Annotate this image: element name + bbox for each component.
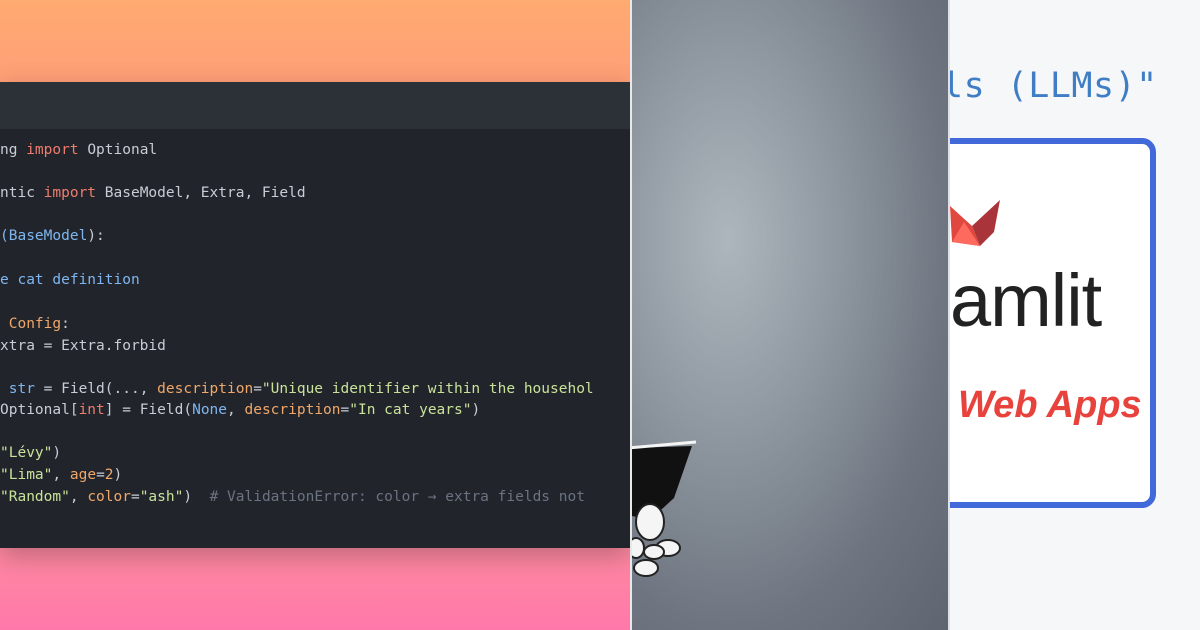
code-token: = bbox=[130, 489, 140, 505]
code-line: Optional[int] = Field(None, description=… bbox=[0, 400, 480, 420]
code-token: None bbox=[192, 402, 228, 418]
code-token: ): bbox=[87, 228, 105, 244]
code-token: ) bbox=[52, 445, 62, 461]
code-token: Optional[ bbox=[0, 402, 79, 418]
code-token: , bbox=[227, 402, 245, 418]
code-token: = bbox=[253, 381, 262, 397]
editor-titlebar bbox=[0, 82, 630, 129]
code-token: # ValidationError: color → extra fields … bbox=[209, 489, 585, 505]
slide-heading: ls (LLMs)" bbox=[950, 66, 1158, 106]
code-token: 2 bbox=[104, 467, 114, 483]
streamlit-panel: ls (LLMs)" amlit Web Apps bbox=[950, 0, 1200, 630]
code-token: BaseModel bbox=[8, 228, 88, 244]
code-line: e cat definition bbox=[0, 270, 140, 290]
code-token: "ash" bbox=[139, 489, 184, 505]
code-line: xtra = Extra.forbid bbox=[0, 336, 166, 356]
code-token: "In cat years" bbox=[349, 402, 472, 418]
code-token: description bbox=[157, 381, 254, 397]
code-token: str bbox=[8, 381, 35, 397]
code-line: "Lévy") bbox=[0, 443, 61, 463]
illustration-panel bbox=[632, 0, 950, 630]
code-token: e cat definition bbox=[0, 272, 140, 288]
code-token: ) bbox=[471, 402, 481, 418]
code-token: ) bbox=[183, 489, 210, 505]
code-line: (BaseModel): bbox=[0, 226, 105, 246]
illustration-graphic bbox=[632, 440, 697, 577]
code-editor-window: ng import Optional ntic import BaseModel,… bbox=[0, 82, 630, 548]
code-token: ntic bbox=[0, 185, 44, 201]
code-token: : bbox=[61, 316, 70, 332]
code-token: , bbox=[52, 467, 70, 483]
tagline: Web Apps bbox=[958, 384, 1142, 426]
code-token: "Unique identifier within the househol bbox=[261, 381, 594, 397]
code-line: str = Field(..., description="Unique ide… bbox=[0, 379, 594, 399]
code-line: ng import Optional bbox=[0, 140, 157, 160]
code-token: Optional bbox=[78, 142, 158, 158]
code-token: age bbox=[69, 467, 97, 483]
code-block: ng import Optional ntic import BaseModel,… bbox=[0, 129, 630, 548]
code-token: xtra = Extra.forbid bbox=[0, 338, 166, 354]
code-line: ntic import BaseModel, Extra, Field bbox=[0, 183, 306, 203]
streamlit-wordmark: amlit bbox=[950, 259, 1102, 342]
code-token: BaseModel, Extra, Field bbox=[96, 185, 306, 201]
code-token: Config bbox=[0, 316, 62, 332]
code-screenshot-panel: ng import Optional ntic import BaseModel,… bbox=[0, 0, 630, 630]
streamlit-logo-icon bbox=[950, 200, 1000, 246]
code-token: , bbox=[69, 489, 88, 505]
code-token: ) bbox=[113, 467, 123, 483]
code-token: = Field(..., bbox=[34, 381, 158, 397]
code-token: = bbox=[96, 467, 105, 483]
code-token: description bbox=[244, 402, 341, 418]
code-token: ( bbox=[0, 228, 9, 244]
code-token: "Lima" bbox=[0, 467, 53, 483]
code-token: ] = Field( bbox=[104, 402, 193, 418]
code-line: "Random", color="ash") # ValidationError… bbox=[0, 487, 585, 507]
code-token: "Random" bbox=[0, 489, 70, 505]
code-line: "Lima", age=2) bbox=[0, 465, 122, 485]
code-token: = bbox=[340, 402, 350, 418]
code-token: import bbox=[26, 142, 79, 158]
code-token: int bbox=[78, 402, 105, 418]
code-line: Config: bbox=[0, 314, 70, 334]
code-token: "Lévy" bbox=[0, 445, 53, 461]
code-token: color bbox=[87, 489, 131, 505]
code-token: ng bbox=[0, 142, 27, 158]
code-token: import bbox=[43, 185, 97, 201]
paw-shape bbox=[635, 503, 665, 541]
